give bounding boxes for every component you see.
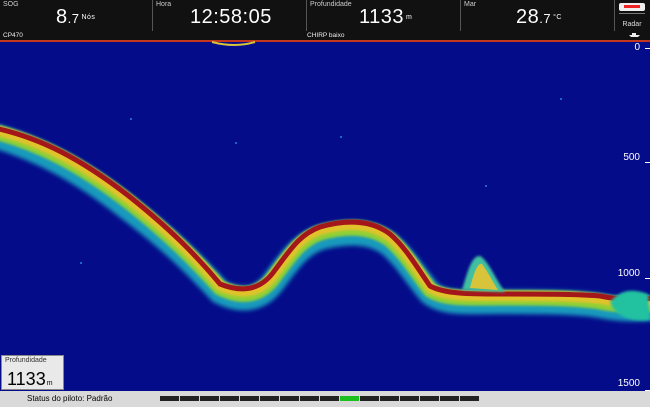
- radar-button[interactable]: Radar: [615, 1, 649, 31]
- bottom-yellow: [0, 126, 650, 308]
- time-cell[interactable]: Hora 12:58:05: [153, 0, 307, 31]
- pilot-status: Status do piloto: Padrão: [27, 394, 113, 403]
- bottom-green: [0, 125, 650, 313]
- pilot-segment: [280, 396, 299, 401]
- transducer-label: CP470: [3, 32, 23, 39]
- tick-mark-0: [645, 48, 650, 49]
- time-label: Hora: [156, 1, 172, 8]
- tick-mark-1000: [645, 278, 650, 279]
- surface-clutter: [211, 41, 256, 46]
- pilot-segment: [460, 396, 479, 401]
- surface-line: [0, 40, 650, 42]
- frequency-label[interactable]: CHIRP baixo: [307, 32, 344, 39]
- pilot-segment: [320, 396, 339, 401]
- pilot-segment: [180, 396, 199, 401]
- sea-temp-cell[interactable]: Mar 28.7 °C: [461, 0, 615, 31]
- depth-cell[interactable]: Profundidade 1133 m: [307, 0, 461, 31]
- pilot-segment: [300, 396, 319, 401]
- bottom-core: [0, 126, 650, 302]
- pilot-segments: [160, 396, 480, 401]
- depth-tick-500: 500: [623, 152, 640, 163]
- tick-mark-500: [645, 162, 650, 163]
- depth-overlay-value: 1133m: [7, 369, 53, 389]
- data-bar: SOG 8.7 Nós Hora 12:58:05 Profundidade 11…: [0, 0, 650, 31]
- radar-label: Radar: [622, 21, 642, 28]
- pilot-segment: [440, 396, 459, 401]
- radar-divider: [619, 13, 645, 14]
- sonar-echogram[interactable]: 0 500 1000 1500: [0, 40, 650, 391]
- sea-temp-label: Mar: [464, 1, 477, 8]
- radar-indicator: [624, 5, 640, 8]
- bottom-fringe: [0, 125, 650, 322]
- pilot-segment: [260, 396, 279, 401]
- boat-icon: [629, 33, 640, 37]
- sog-cell[interactable]: SOG 8.7 Nós: [0, 0, 153, 31]
- depth-label: Profundidade: [310, 1, 352, 8]
- pilot-segment: [380, 396, 399, 401]
- pilot-segment: [160, 396, 179, 401]
- pilot-segment: [420, 396, 439, 401]
- sea-temp-value: 28.7 °C: [516, 6, 562, 28]
- depth-overlay[interactable]: Profundidade 1133m: [1, 355, 64, 390]
- sog-label: SOG: [3, 1, 19, 8]
- time-value: 12:58:05: [190, 6, 272, 28]
- pilot-segment: [200, 396, 219, 401]
- depth-tick-1500: 1500: [617, 378, 640, 389]
- pilot-segment: [400, 396, 419, 401]
- pilot-segment: [240, 396, 259, 401]
- pilot-segment: [220, 396, 239, 401]
- pilot-segment: [340, 396, 359, 401]
- echogram-plot: [0, 40, 650, 322]
- depth-tick-1000: 1000: [617, 268, 640, 279]
- sog-value: 8.7 Nós: [56, 6, 96, 28]
- depth-overlay-label: Profundidade: [5, 357, 47, 364]
- pilot-segment: [360, 396, 379, 401]
- channel-strip: CP470 CHIRP baixo: [0, 31, 650, 40]
- depth-tick-0: 0: [634, 42, 640, 53]
- depth-value: 1133 m: [359, 6, 413, 28]
- status-bar: Status do piloto: Padrão: [0, 391, 650, 407]
